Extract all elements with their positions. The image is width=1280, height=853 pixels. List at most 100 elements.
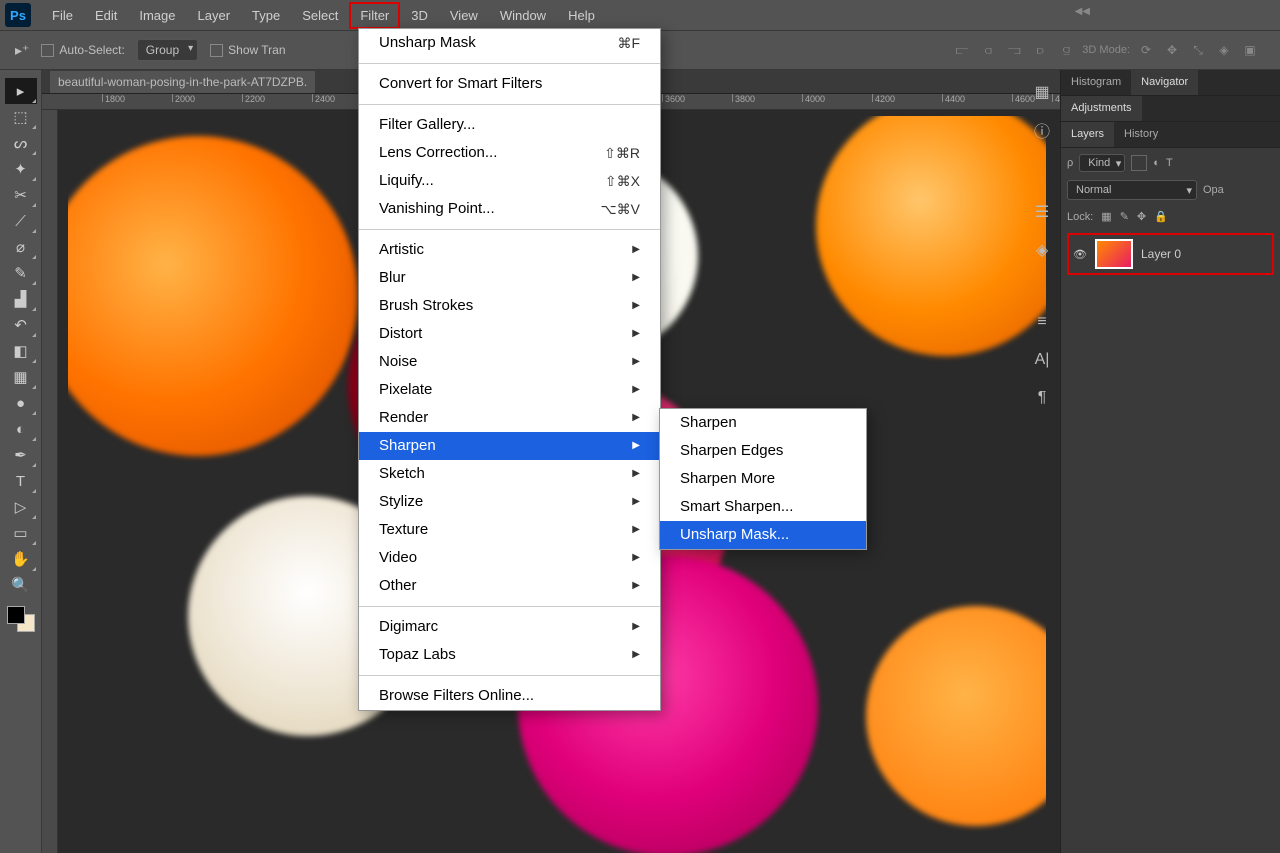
mini-info-icon[interactable]: ⓘ: [1030, 118, 1054, 142]
rectangle-tool[interactable]: ▭: [5, 520, 37, 546]
hand-tool[interactable]: ✋: [5, 546, 37, 572]
mini-swatches-icon[interactable]: ▦: [1030, 80, 1054, 104]
menu-type[interactable]: Type: [241, 2, 291, 29]
filter-item-pixelate[interactable]: Pixelate: [359, 376, 660, 404]
panel-tab-histogram[interactable]: Histogram: [1061, 70, 1131, 95]
menu-edit[interactable]: Edit: [84, 2, 128, 29]
crop-tool[interactable]: ✂: [5, 182, 37, 208]
filter-item-liquify-[interactable]: Liquify...⇧⌘X: [359, 167, 660, 195]
distribute-v-icon[interactable]: ⫑: [1056, 41, 1076, 59]
kind-pixel-icon[interactable]: [1131, 155, 1147, 171]
sharpen-item-sharpen-more[interactable]: Sharpen More: [660, 465, 866, 493]
filter-menu-convert[interactable]: Convert for Smart Filters: [359, 70, 660, 98]
brush-tool[interactable]: ✎: [5, 260, 37, 286]
type-tool[interactable]: T: [5, 468, 37, 494]
panel-tab-navigator[interactable]: Navigator: [1131, 70, 1198, 95]
lasso-tool[interactable]: ᔕ: [5, 130, 37, 156]
dodge-tool[interactable]: ◐: [5, 416, 37, 442]
align-right-icon[interactable]: ⫎: [1004, 41, 1024, 59]
gradient-tool[interactable]: ▦: [5, 364, 37, 390]
filter-menu-last[interactable]: Unsharp Mask ⌘F: [359, 29, 660, 57]
sharpen-item-unsharp-mask-[interactable]: Unsharp Mask...: [660, 521, 866, 549]
zoom-tool[interactable]: 🔍: [5, 572, 37, 598]
layer-name[interactable]: Layer 0: [1141, 247, 1181, 261]
filter-item-artistic[interactable]: Artistic: [359, 236, 660, 264]
move-tool[interactable]: ▸: [5, 78, 37, 104]
layer-thumbnail[interactable]: [1095, 239, 1133, 269]
menu-filter[interactable]: Filter: [349, 2, 400, 29]
filter-item-digimarc[interactable]: Digimarc: [359, 613, 660, 641]
filter-item-sharpen[interactable]: Sharpen: [359, 432, 660, 460]
align-center-icon[interactable]: ⫏: [978, 41, 998, 59]
3d-camera-icon[interactable]: ▣: [1240, 41, 1260, 59]
kind-adjust-icon[interactable]: ◐: [1153, 157, 1160, 169]
mini-paragraph-icon[interactable]: ≡: [1030, 310, 1054, 334]
filter-item-vanishing-point-[interactable]: Vanishing Point...⌥⌘V: [359, 195, 660, 223]
lock-all-icon[interactable]: 🔒: [1154, 210, 1168, 223]
layer-row[interactable]: 👁 Layer 0: [1067, 233, 1274, 275]
mini-glyph-icon[interactable]: ¶: [1030, 386, 1054, 410]
filter-item-other[interactable]: Other: [359, 572, 660, 600]
3d-orbit-icon[interactable]: ⟳: [1136, 41, 1156, 59]
menu-select[interactable]: Select: [291, 2, 349, 29]
3d-scale-icon[interactable]: ◈: [1214, 41, 1234, 59]
panel-tab-adjustments[interactable]: Adjustments: [1061, 96, 1142, 121]
lock-brush-icon[interactable]: ✎: [1120, 210, 1129, 223]
filter-item-blur[interactable]: Blur: [359, 264, 660, 292]
panel-tab-history[interactable]: History: [1114, 122, 1168, 147]
blur-tool[interactable]: ●: [5, 390, 37, 416]
mini-adjust-icon[interactable]: ☰: [1030, 200, 1054, 224]
filter-item-stylize[interactable]: Stylize: [359, 488, 660, 516]
menu-layer[interactable]: Layer: [187, 2, 242, 29]
mini-styles-icon[interactable]: ◈: [1030, 238, 1054, 262]
sharpen-item-sharpen[interactable]: Sharpen: [660, 409, 866, 437]
menu-view[interactable]: View: [439, 2, 489, 29]
menu-file[interactable]: File: [41, 2, 84, 29]
color-swatch[interactable]: [7, 606, 35, 632]
panel-tab-layers[interactable]: Layers: [1061, 122, 1114, 147]
clone-stamp-tool[interactable]: ▟: [5, 286, 37, 312]
eraser-tool[interactable]: ◧: [5, 338, 37, 364]
filter-item-brush-strokes[interactable]: Brush Strokes: [359, 292, 660, 320]
history-brush-tool[interactable]: ↶: [5, 312, 37, 338]
align-left-icon[interactable]: ⫍: [952, 41, 972, 59]
filter-item-video[interactable]: Video: [359, 544, 660, 572]
layer-visibility-icon[interactable]: 👁: [1073, 248, 1087, 261]
mini-character-icon[interactable]: A|: [1030, 348, 1054, 372]
lock-pixels-icon[interactable]: ▦: [1101, 210, 1111, 223]
menu-window[interactable]: Window: [489, 2, 557, 29]
filter-item-filter-gallery-[interactable]: Filter Gallery...: [359, 111, 660, 139]
sharpen-item-sharpen-edges[interactable]: Sharpen Edges: [660, 437, 866, 465]
3d-slide-icon[interactable]: ⤡: [1188, 41, 1208, 59]
filter-item-topaz-labs[interactable]: Topaz Labs: [359, 641, 660, 669]
filter-item-distort[interactable]: Distort: [359, 320, 660, 348]
eyedropper-tool[interactable]: ⟋: [5, 208, 37, 234]
filter-item-lens-correction-[interactable]: Lens Correction...⇧⌘R: [359, 139, 660, 167]
kind-type-icon[interactable]: T: [1166, 157, 1173, 169]
kind-filter-dropdown[interactable]: Kind: [1079, 154, 1125, 172]
pen-tool[interactable]: ✒: [5, 442, 37, 468]
magic-wand-tool[interactable]: ✦: [5, 156, 37, 182]
menu-3d[interactable]: 3D: [400, 2, 439, 29]
auto-select-checkbox[interactable]: Auto-Select:: [41, 43, 124, 57]
filter-item-texture[interactable]: Texture: [359, 516, 660, 544]
healing-brush-tool[interactable]: ⌀: [5, 234, 37, 260]
path-selection-tool[interactable]: ▷: [5, 494, 37, 520]
blend-mode-dropdown[interactable]: Normal: [1067, 180, 1197, 200]
auto-select-dropdown[interactable]: Group: [137, 39, 198, 61]
foreground-color[interactable]: [7, 606, 25, 624]
marquee-tool[interactable]: ⬚: [5, 104, 37, 130]
3d-pan-icon[interactable]: ✥: [1162, 41, 1182, 59]
filter-item-noise[interactable]: Noise: [359, 348, 660, 376]
sharpen-item-smart-sharpen-[interactable]: Smart Sharpen...: [660, 493, 866, 521]
document-tab[interactable]: beautiful-woman-posing-in-the-park-AT7DZ…: [50, 71, 315, 93]
filter-menu-browse[interactable]: Browse Filters Online...: [359, 682, 660, 710]
menu-help[interactable]: Help: [557, 2, 606, 29]
distribute-h-icon[interactable]: ⫐: [1030, 41, 1050, 59]
filter-item-sketch[interactable]: Sketch: [359, 460, 660, 488]
filter-item-render[interactable]: Render: [359, 404, 660, 432]
show-transform-checkbox[interactable]: Show Tran: [210, 43, 285, 57]
lock-position-icon[interactable]: ✥: [1137, 210, 1146, 223]
menu-image[interactable]: Image: [128, 2, 186, 29]
collapse-icon[interactable]: ◀◀: [1075, 6, 1090, 17]
